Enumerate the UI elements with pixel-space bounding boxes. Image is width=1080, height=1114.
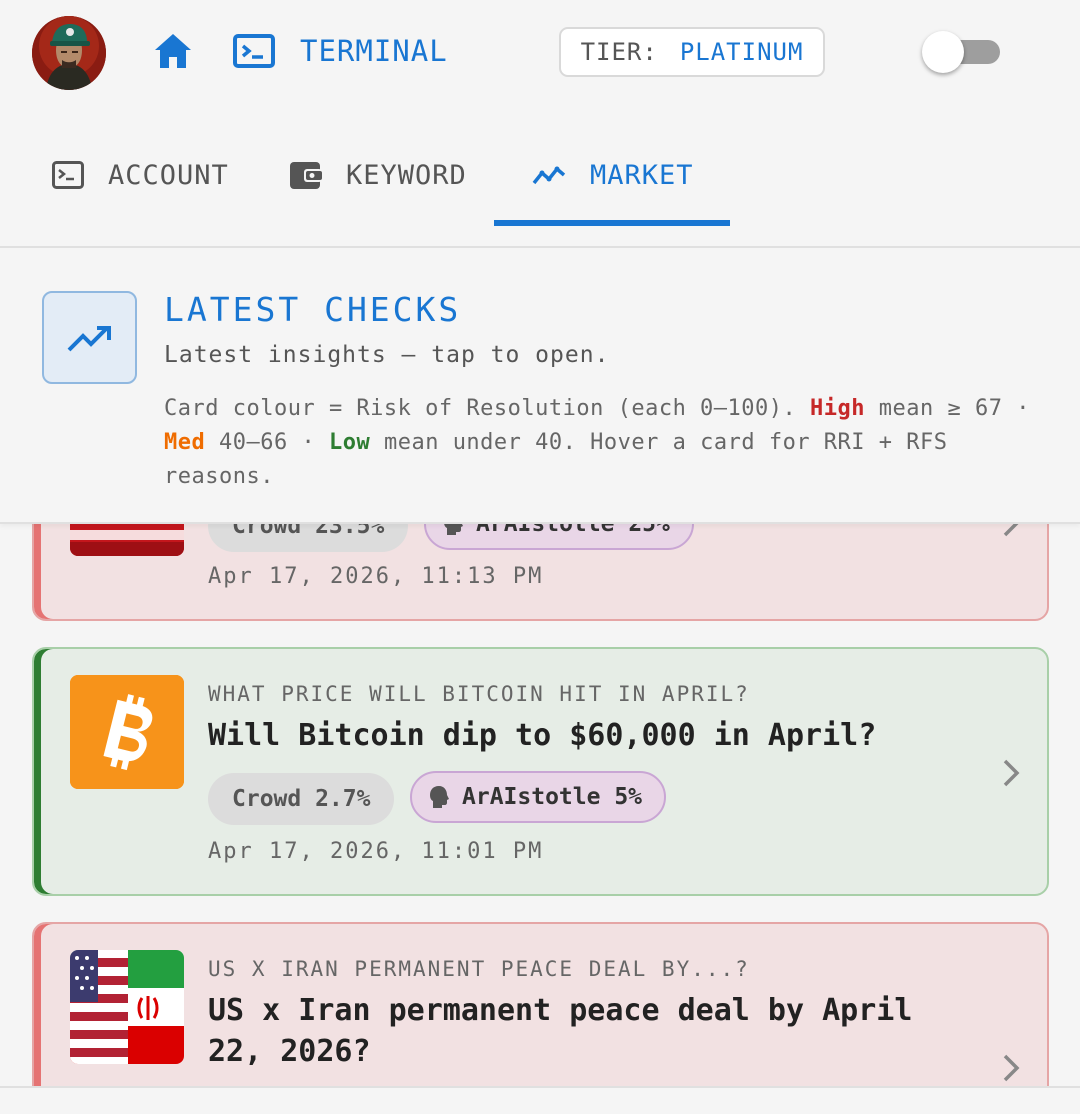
latest-checks-panel: LATEST CHECKS Latest insights — tap to o…	[0, 250, 1080, 524]
theme-toggle[interactable]	[922, 30, 1002, 74]
ai-odds-pill: ArAIstotle 5%	[410, 771, 667, 823]
tier-value: PLATINUM	[679, 38, 804, 66]
note-med: 40–66 ·	[205, 430, 329, 455]
card-question: US x Iran permanent peace deal by April …	[208, 993, 913, 1069]
card-date: Apr 17, 2026, 11:13 PM	[208, 564, 544, 589]
card-category: WHAT PRICE WILL BITCOIN HIT IN APRIL?	[208, 682, 750, 706]
active-tab-indicator	[494, 220, 730, 226]
chevron-right-icon	[1003, 1054, 1020, 1082]
tab-keyword-label: KEYWORD	[346, 159, 467, 191]
brand-title[interactable]: TERMINAL	[300, 34, 448, 68]
risk-legend-note: Card colour = Risk of Resolution (each 0…	[164, 392, 1044, 494]
avatar[interactable]	[32, 16, 106, 90]
tab-market-label: MARKET	[590, 159, 694, 191]
note-high: mean ≥ 67 ·	[865, 396, 1030, 421]
card-date: Apr 17, 2026, 11:01 PM	[208, 839, 544, 864]
chevron-right-icon	[1003, 759, 1020, 787]
terminal-icon[interactable]	[233, 34, 275, 68]
panel-title: LATEST CHECKS	[164, 290, 462, 329]
tier-badge: TIER: PLATINUM	[559, 27, 825, 77]
trend-line-icon	[532, 166, 566, 185]
home-icon[interactable]	[153, 32, 193, 70]
card-category: US X IRAN PERMANENT PEACE DEAL BY...?	[208, 957, 750, 981]
risk-low-label: Low	[328, 430, 371, 455]
bottom-edge	[0, 1086, 1080, 1114]
tab-bar: ACCOUNT KEYWORD MARKET	[0, 122, 1080, 248]
market-card[interactable]: WHAT PRICE WILL BITCOIN HIT IN APRIL? Wi…	[32, 647, 1049, 896]
risk-med-label: Med	[164, 430, 206, 455]
toggle-knob	[922, 31, 964, 73]
tab-account-label: ACCOUNT	[108, 159, 229, 191]
crowd-odds-pill: Crowd 2.7%	[208, 773, 395, 825]
tab-keyword[interactable]: KEYWORD	[290, 152, 467, 198]
tier-label: TIER:	[580, 38, 658, 66]
bitcoin-icon	[70, 675, 184, 789]
brain-head-icon	[430, 786, 449, 808]
tab-market[interactable]: MARKET	[532, 152, 694, 198]
ai-odds-label: ArAIstotle 5%	[462, 784, 643, 810]
top-bar: TERMINAL TIER: PLATINUM	[0, 0, 1080, 110]
risk-high-label: High	[810, 396, 866, 421]
terminal-icon	[52, 161, 84, 189]
us-iran-flags-thumbnail	[70, 950, 184, 1064]
tab-account[interactable]: ACCOUNT	[52, 152, 229, 198]
wallet-icon	[290, 162, 322, 189]
card-question: Will Bitcoin dip to $60,000 in April?	[208, 718, 877, 753]
trending-up-icon	[42, 291, 137, 384]
note-prefix: Card colour = Risk of Resolution (each 0…	[164, 396, 811, 421]
panel-subtitle: Latest insights — tap to open.	[164, 342, 610, 368]
